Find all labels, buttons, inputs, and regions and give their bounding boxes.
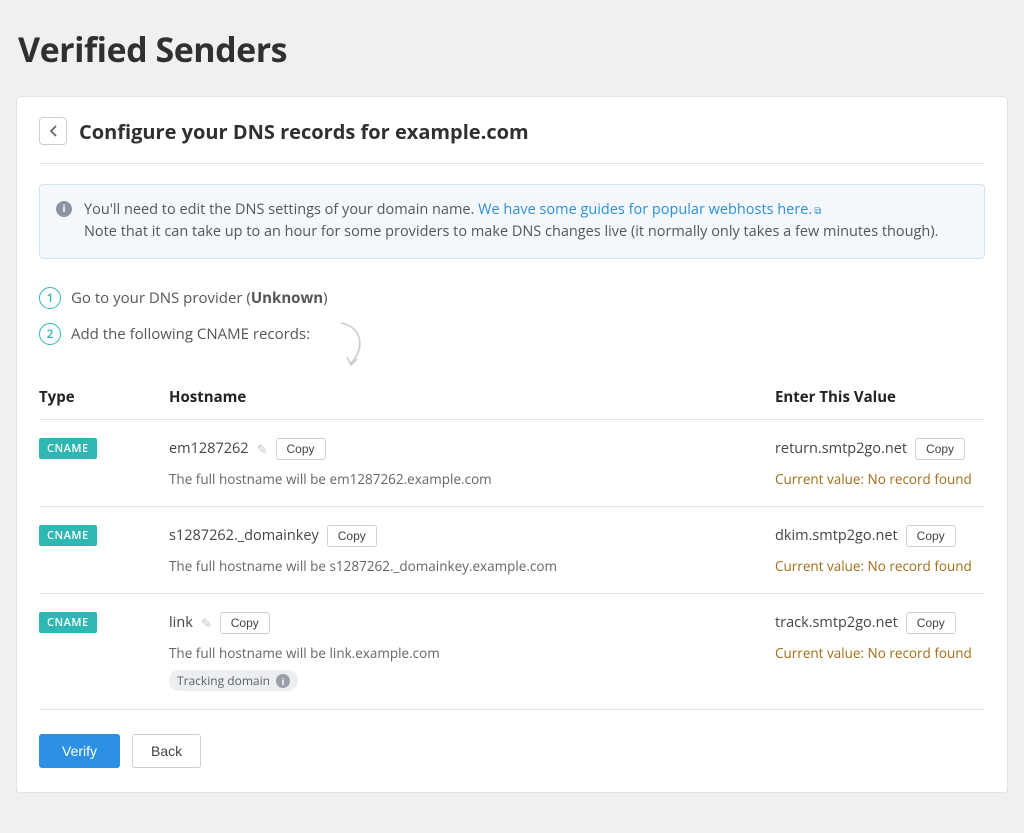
step-1: 1 Go to your DNS provider (Unknown) <box>39 287 985 309</box>
full-hostname-text: The full hostname will be link.example.c… <box>169 644 755 662</box>
info-text: You'll need to edit the DNS settings of … <box>84 199 938 244</box>
back-button[interactable]: Back <box>132 734 201 768</box>
table-row: CNAME em1287262 ✎ Copy The full hostname wil… <box>39 419 985 507</box>
col-header-value: Enter This Value <box>775 387 985 407</box>
full-hostname-text: The full hostname will be s1287262._doma… <box>169 557 755 575</box>
copy-hostname-button[interactable]: Copy <box>327 525 377 547</box>
edit-hostname-icon[interactable]: ✎ <box>257 440 268 458</box>
step-2: 2 Add the following CNAME records: <box>39 323 985 345</box>
records-table: Type Hostname Enter This Value CNAME em12… <box>39 387 985 710</box>
record-value-cell: track.smtp2go.net Copy Current value: No r… <box>775 612 985 691</box>
card-title: Configure your DNS records for example.c… <box>79 118 529 145</box>
info-intro: You'll need to edit the DNS settings of … <box>84 200 478 219</box>
copy-value-button[interactable]: Copy <box>906 525 956 547</box>
step-number-1: 1 <box>39 287 61 309</box>
copy-hostname-button[interactable]: Copy <box>220 612 270 634</box>
hostname-text: link <box>169 613 193 632</box>
record-type-cell: CNAME <box>39 612 169 691</box>
value-text: dkim.smtp2go.net <box>775 526 898 545</box>
full-hostname-text: The full hostname will be em1287262.exam… <box>169 470 755 488</box>
value-text: track.smtp2go.net <box>775 613 898 632</box>
tracking-domain-pill: Tracking domaini <box>169 670 298 691</box>
step1-suffix: ) <box>323 288 327 308</box>
hostname-text: s1287262._domainkey <box>169 526 319 545</box>
external-link-icon: ⧉ <box>814 203 821 217</box>
cname-chip: CNAME <box>39 525 97 546</box>
records-header-row: Type Hostname Enter This Value <box>39 387 985 419</box>
hostname-text: em1287262 <box>169 439 249 458</box>
record-type-cell: CNAME <box>39 525 169 575</box>
chevron-left-icon <box>49 125 58 137</box>
footer-buttons: Verify Back <box>39 734 985 768</box>
arrow-illustration <box>335 321 375 371</box>
record-value-cell: dkim.smtp2go.net Copy Current value: No re… <box>775 525 985 575</box>
record-line: CNAME s1287262._domainkey Copy The full hos… <box>39 525 985 575</box>
table-row: CNAME s1287262._domainkey Copy The full hos… <box>39 507 985 594</box>
info-icon[interactable]: i <box>276 674 290 688</box>
record-hostname-cell: em1287262 ✎ Copy The full hostname will be … <box>169 438 775 488</box>
cname-chip: CNAME <box>39 612 97 633</box>
cname-chip: CNAME <box>39 438 97 459</box>
verify-button[interactable]: Verify <box>39 734 120 768</box>
col-header-hostname: Hostname <box>169 387 775 407</box>
record-type-cell: CNAME <box>39 438 169 488</box>
copy-value-button[interactable]: Copy <box>915 438 965 460</box>
steps-list: 1 Go to your DNS provider (Unknown) 2 Ad… <box>39 287 985 345</box>
info-icon: i <box>56 201 72 217</box>
dns-config-card: Configure your DNS records for example.c… <box>16 96 1008 793</box>
record-value-cell: return.smtp2go.net Copy Current value: No … <box>775 438 985 488</box>
current-value-text: Current value: No record found <box>775 644 985 662</box>
current-value-text: Current value: No record found <box>775 470 985 488</box>
card-header: Configure your DNS records for example.c… <box>39 117 985 164</box>
info-note: Note that it can take up to an hour for … <box>84 222 938 241</box>
back-button-icon[interactable] <box>39 117 67 145</box>
guides-link[interactable]: We have some guides for popular webhosts… <box>478 200 821 219</box>
edit-hostname-icon[interactable]: ✎ <box>201 614 212 632</box>
table-row: CNAME link ✎ Copy The full hostname will be … <box>39 594 985 710</box>
step1-prefix: Go to your DNS provider ( <box>71 288 251 308</box>
record-line: CNAME link ✎ Copy The full hostname will be … <box>39 612 985 691</box>
copy-hostname-button[interactable]: Copy <box>276 438 326 460</box>
step2-text: Add the following CNAME records: <box>71 324 310 344</box>
step-number-2: 2 <box>39 323 61 345</box>
step1-provider: Unknown <box>251 288 323 308</box>
record-hostname-cell: link ✎ Copy The full hostname will be link.… <box>169 612 775 691</box>
record-line: CNAME em1287262 ✎ Copy The full hostname wil… <box>39 438 985 488</box>
page-title: Verified Senders <box>18 26 1008 72</box>
col-header-type: Type <box>39 387 169 407</box>
value-text: return.smtp2go.net <box>775 439 907 458</box>
record-hostname-cell: s1287262._domainkey Copy The full hostname… <box>169 525 775 575</box>
current-value-text: Current value: No record found <box>775 557 985 575</box>
info-banner: i You'll need to edit the DNS settings o… <box>39 184 985 259</box>
copy-value-button[interactable]: Copy <box>906 612 956 634</box>
